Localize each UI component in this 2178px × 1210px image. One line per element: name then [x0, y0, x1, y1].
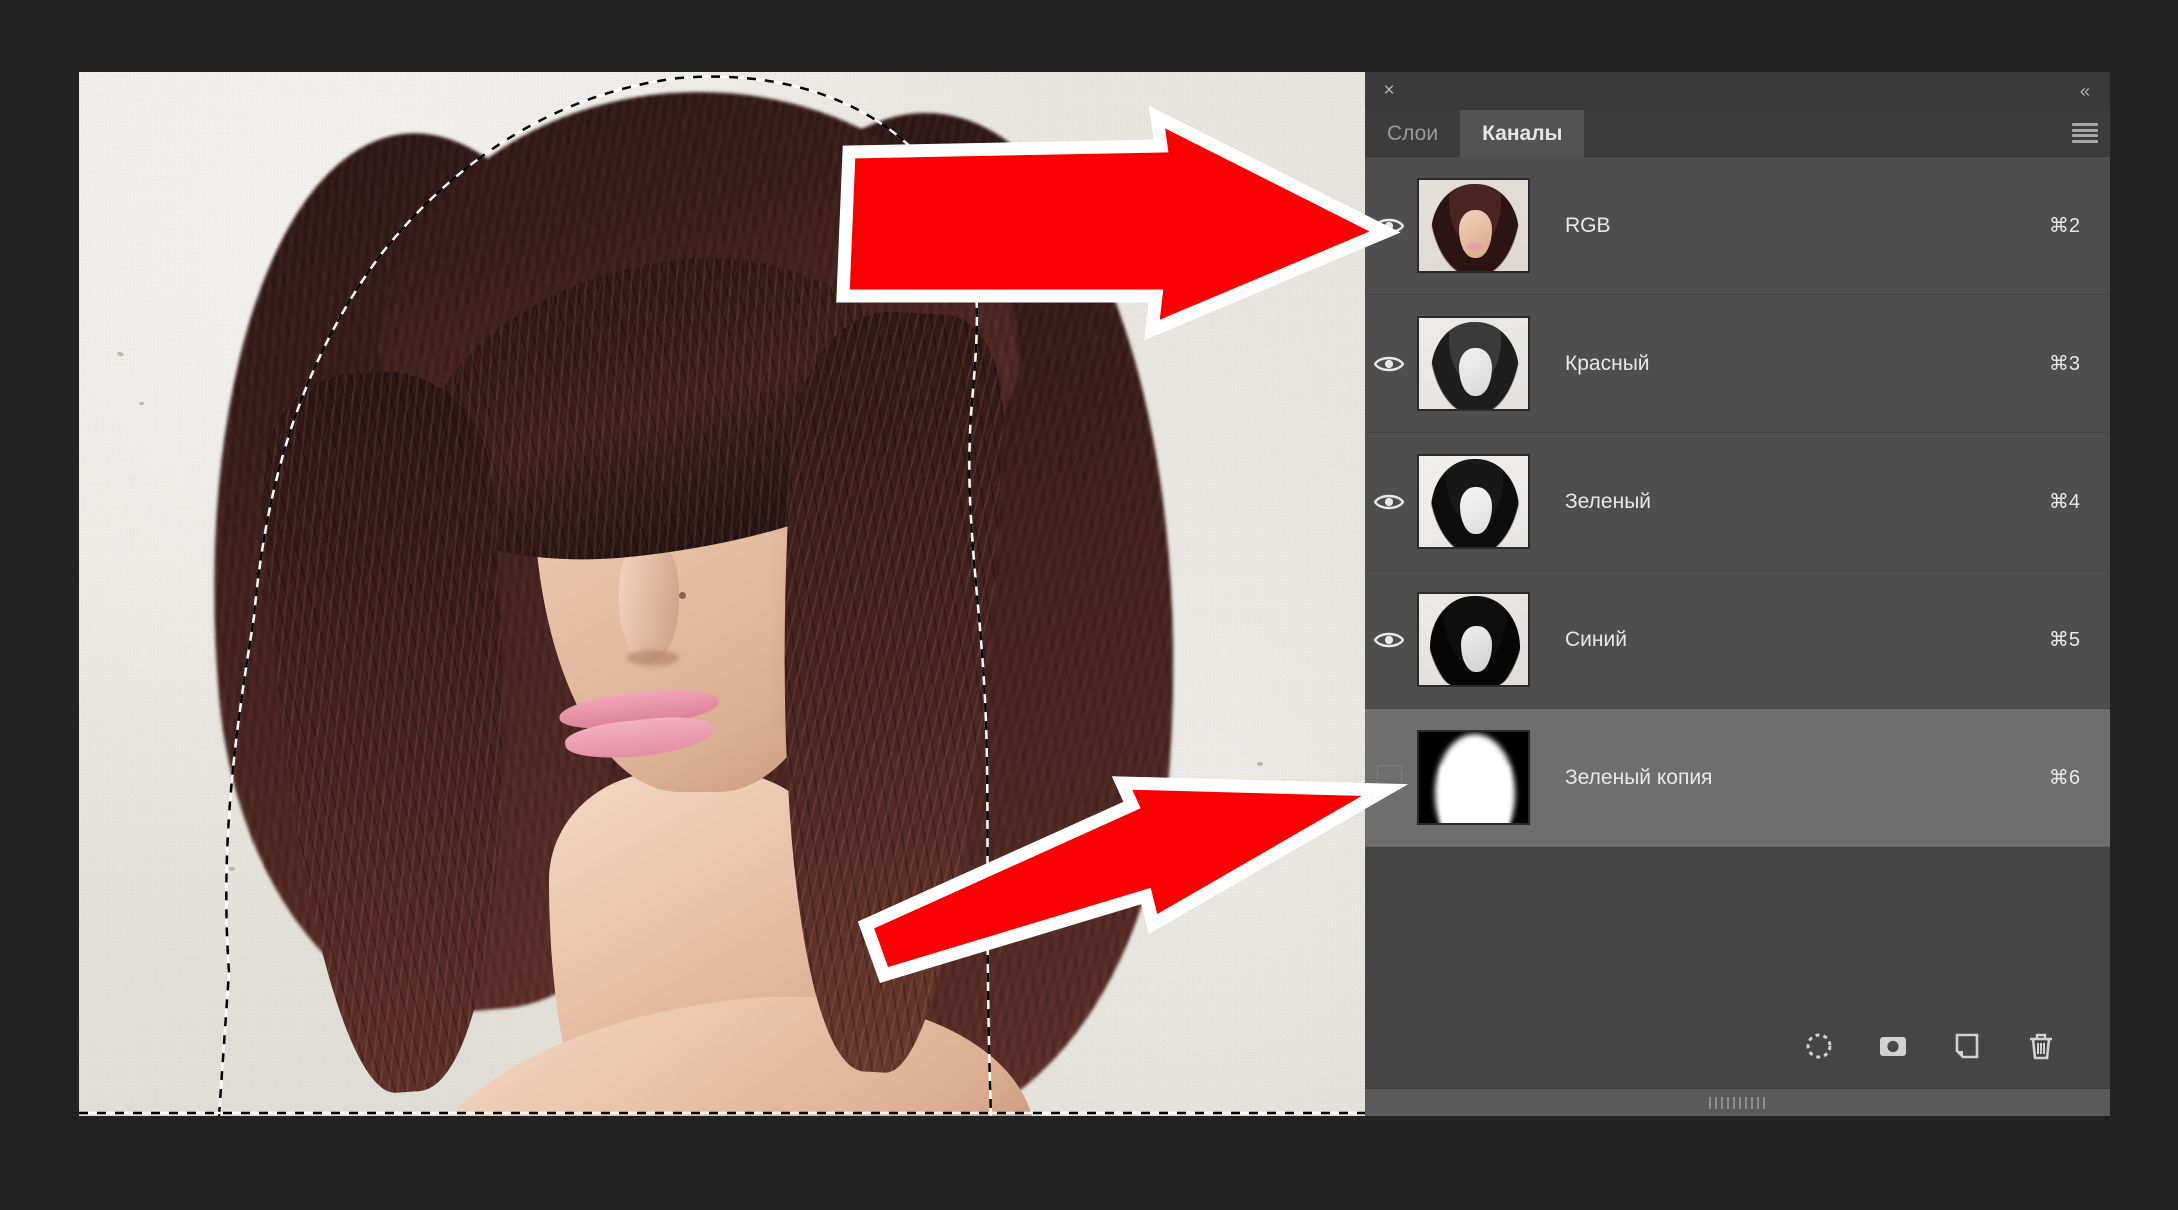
channel-name: Красный [1565, 351, 1650, 375]
photoshop-window: × « Слои Каналы RGB ⌘2 Красный ⌘3 Зелены… [0, 0, 2178, 1210]
visibility-empty-box-icon [1376, 765, 1402, 790]
channel-thumbnail-green-copy [1413, 730, 1533, 825]
hamburger-menu-icon[interactable] [2072, 123, 2098, 143]
channel-name: Синий [1565, 627, 1627, 651]
channel-thumbnail-blue [1413, 592, 1533, 687]
create-new-channel-icon[interactable] [1950, 1029, 1984, 1063]
channel-row-green[interactable]: Зеленый ⌘4 [1365, 433, 2110, 571]
save-selection-as-channel-icon[interactable] [1876, 1029, 1910, 1063]
tab-channels[interactable]: Каналы [1460, 110, 1585, 157]
panel-resize-strip[interactable] [1365, 1088, 2110, 1116]
channel-shortcut: ⌘4 [2048, 491, 2080, 513]
channel-shortcut: ⌘3 [2048, 353, 2080, 375]
nose [619, 542, 679, 662]
eye-icon [1374, 494, 1404, 509]
document-canvas[interactable] [79, 72, 1365, 1116]
panel-resize-grip-icon[interactable] [1706, 1095, 1770, 1111]
channel-row-blue[interactable]: Синий ⌘5 [1365, 571, 2110, 709]
eye-icon [1374, 356, 1404, 371]
channel-list: RGB ⌘2 Красный ⌘3 Зеленый ⌘4 Синий ⌘5 Зе… [1365, 157, 2110, 847]
channel-shortcut: ⌘5 [2048, 629, 2080, 651]
visibility-toggle-blue[interactable] [1365, 571, 1413, 709]
channel-thumbnail-rgb [1413, 178, 1533, 273]
visibility-toggle-red[interactable] [1365, 295, 1413, 433]
beauty-mark [679, 592, 686, 599]
portrait-photo [79, 72, 1365, 1116]
eye-icon [1374, 632, 1404, 647]
channel-thumbnail-green [1413, 454, 1533, 549]
channel-name: Зеленый [1565, 489, 1652, 513]
visibility-toggle-green[interactable] [1365, 433, 1413, 571]
channel-name: Зеленый копия [1565, 765, 1713, 789]
hair-flyaways [229, 512, 419, 912]
nostril-shadow [627, 650, 679, 666]
eye-icon [1374, 218, 1404, 233]
load-channel-as-selection-icon[interactable] [1802, 1029, 1836, 1063]
channel-name: RGB [1565, 213, 1611, 237]
close-icon[interactable]: × [1379, 81, 1399, 101]
channel-row-green-copy[interactable]: Зеленый копия ⌘6 [1365, 709, 2110, 847]
visibility-toggle-green-copy[interactable] [1365, 709, 1413, 847]
delete-channel-icon[interactable] [2024, 1029, 2058, 1063]
channel-shortcut: ⌘6 [2048, 767, 2080, 789]
visibility-toggle-rgb[interactable] [1365, 157, 1413, 295]
channel-shortcut: ⌘2 [2048, 215, 2080, 237]
channel-thumbnail-red [1413, 316, 1533, 411]
panel-tabbar: Слои Каналы [1365, 110, 2110, 157]
panel-footer-toolbar [1365, 1016, 2110, 1076]
channel-row-red[interactable]: Красный ⌘3 [1365, 295, 2110, 433]
channels-panel: × « Слои Каналы RGB ⌘2 Красный ⌘3 Зелены… [1365, 72, 2110, 1116]
panel-titlebar: × « [1365, 72, 2110, 110]
tab-layers[interactable]: Слои [1365, 110, 1460, 157]
collapse-panel-icon[interactable]: « [2072, 80, 2096, 102]
channel-row-rgb[interactable]: RGB ⌘2 [1365, 157, 2110, 295]
